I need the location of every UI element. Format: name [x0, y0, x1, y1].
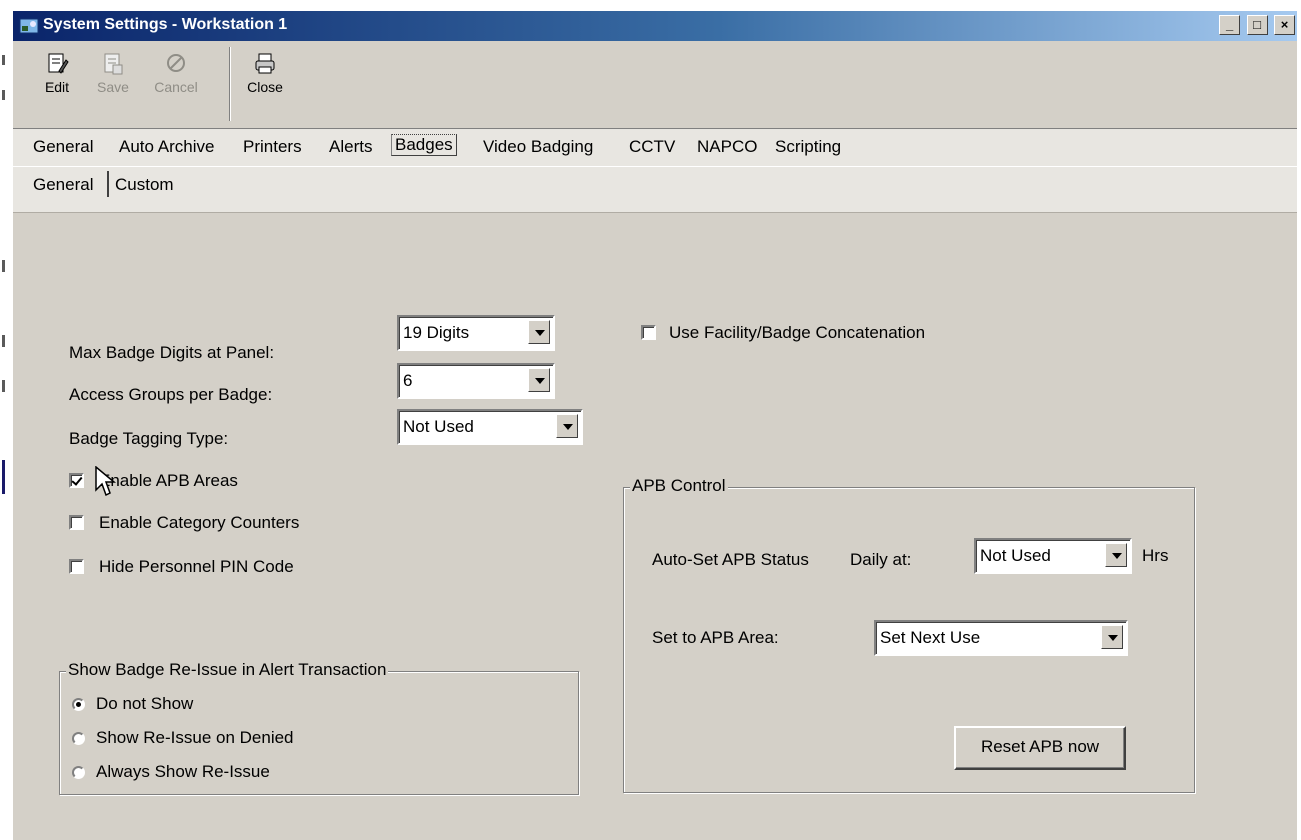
- save-label: Save: [97, 79, 129, 95]
- toolbar-separator: [229, 47, 231, 121]
- save-button[interactable]: Save: [91, 51, 135, 95]
- max-badge-digits-value: 19 Digits: [403, 323, 470, 342]
- chevron-down-icon[interactable]: [556, 414, 578, 438]
- minimize-button[interactable]: _: [1219, 15, 1241, 35]
- max-badge-digits-select[interactable]: 19 Digits: [397, 315, 555, 351]
- close-button[interactable]: Close: [243, 51, 287, 95]
- chevron-down-icon[interactable]: [1105, 543, 1127, 567]
- cancel-label: Cancel: [154, 79, 198, 95]
- daily-at-value: Not Used: [980, 546, 1051, 565]
- subtab-separator: [107, 171, 109, 197]
- radio-do-not-show[interactable]: [72, 698, 85, 711]
- radio-always-show[interactable]: [72, 766, 85, 779]
- daily-at-label: Daily at:: [850, 550, 912, 569]
- edit-icon: [48, 53, 69, 74]
- radio-do-not-show-label: Do not Show: [96, 694, 194, 713]
- reissue-legend: Show Badge Re-Issue in Alert Transaction: [66, 660, 389, 680]
- enable-apb-areas-checkbox[interactable]: [69, 473, 84, 488]
- edit-label: Edit: [44, 79, 70, 95]
- close-printer-icon: [255, 53, 275, 74]
- hide-pin-code-label: Hide Personnel PIN Code: [99, 557, 294, 576]
- apb-control-legend: APB Control: [630, 476, 728, 496]
- sub-tab-bar: General Custom: [13, 167, 1297, 213]
- edit-button[interactable]: Edit: [35, 51, 79, 95]
- auto-set-apb-label: Auto-Set APB Status: [652, 550, 809, 569]
- hrs-label: Hrs: [1142, 546, 1169, 565]
- hide-pin-code-checkbox[interactable]: [69, 559, 84, 574]
- tab-general[interactable]: General: [33, 137, 93, 157]
- maximize-button[interactable]: □: [1246, 15, 1268, 35]
- daily-at-select[interactable]: Not Used: [974, 538, 1132, 574]
- window-title: System Settings - Workstation 1: [43, 16, 288, 33]
- reissue-groupbox: Show Badge Re-Issue in Alert Transaction…: [59, 660, 579, 795]
- main-tab-bar: General Auto Archive Printers Alerts Bad…: [13, 129, 1297, 167]
- toolbar: Edit Save Cancel Close: [13, 41, 1297, 129]
- title-bar[interactable]: System Settings - Workstation 1 _ □ ×: [13, 11, 1297, 41]
- tab-badges[interactable]: Badges: [391, 134, 457, 156]
- subtab-general[interactable]: General: [33, 175, 93, 195]
- badge-tagging-select[interactable]: Not Used: [397, 409, 583, 445]
- use-facility-concat-label: Use Facility/Badge Concatenation: [669, 323, 926, 342]
- enable-category-counters-label: Enable Category Counters: [99, 513, 300, 532]
- chevron-down-icon[interactable]: [1101, 625, 1123, 649]
- tab-alerts[interactable]: Alerts: [329, 137, 372, 157]
- access-groups-value: 6: [403, 371, 413, 390]
- radio-show-on-denied-label: Show Re-Issue on Denied: [96, 728, 294, 747]
- reset-apb-button[interactable]: Reset APB now: [954, 726, 1126, 770]
- enable-category-counters-checkbox[interactable]: [69, 515, 84, 530]
- radio-always-show-label: Always Show Re-Issue: [96, 762, 270, 781]
- background-strip: [0, 0, 12, 840]
- set-apb-area-select[interactable]: Set Next Use: [874, 620, 1128, 656]
- apb-control-groupbox: APB Control Auto-Set APB Status Daily at…: [623, 476, 1195, 793]
- badge-tagging-label: Badge Tagging Type:: [69, 429, 229, 448]
- tab-video-badging[interactable]: Video Badging: [483, 137, 593, 157]
- mouse-pointer-icon: [95, 466, 117, 497]
- settings-window: System Settings - Workstation 1 _ □ × Ed…: [12, 10, 1297, 840]
- max-badge-digits-label: Max Badge Digits at Panel:: [69, 343, 275, 362]
- access-groups-select[interactable]: 6: [397, 363, 555, 399]
- set-apb-area-value: Set Next Use: [880, 628, 981, 647]
- subtab-custom[interactable]: Custom: [115, 175, 174, 195]
- app-icon: [19, 18, 39, 34]
- use-facility-concat-checkbox[interactable]: [641, 325, 656, 340]
- access-groups-label: Access Groups per Badge:: [69, 385, 273, 404]
- tab-printers[interactable]: Printers: [243, 137, 302, 157]
- tab-cctv[interactable]: CCTV: [629, 137, 675, 157]
- set-apb-area-label: Set to APB Area:: [652, 628, 779, 647]
- close-label: Close: [247, 79, 283, 95]
- cancel-icon: [167, 54, 185, 72]
- save-icon: [104, 53, 123, 75]
- close-window-button[interactable]: ×: [1274, 15, 1295, 35]
- cancel-button[interactable]: Cancel: [151, 51, 201, 95]
- tab-napco[interactable]: NAPCO: [697, 137, 757, 157]
- tab-scripting[interactable]: Scripting: [775, 137, 841, 157]
- badge-tagging-value: Not Used: [403, 417, 474, 436]
- enable-apb-areas-label: Enable APB Areas: [99, 471, 238, 490]
- chevron-down-icon[interactable]: [528, 320, 550, 344]
- tab-auto-archive[interactable]: Auto Archive: [119, 137, 214, 157]
- radio-show-on-denied[interactable]: [72, 732, 85, 745]
- chevron-down-icon[interactable]: [528, 368, 550, 392]
